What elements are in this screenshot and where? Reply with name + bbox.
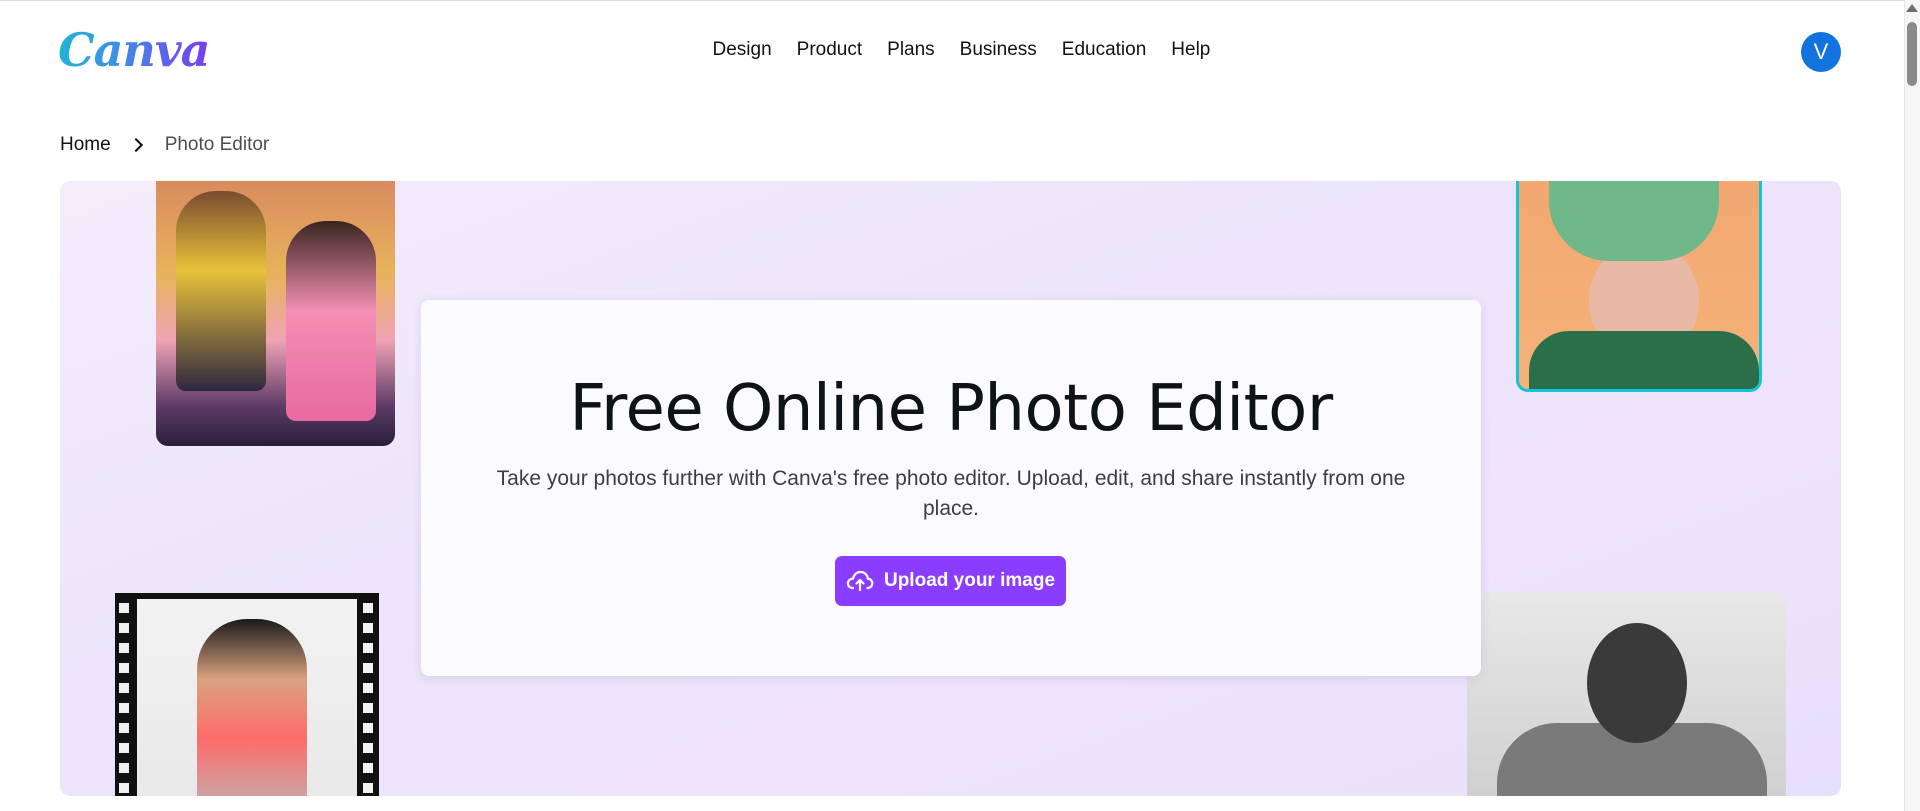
scroll-up-arrow-icon[interactable]: [1906, 4, 1918, 12]
photo-figure: [1587, 623, 1687, 743]
cloud-upload-icon: [846, 570, 874, 592]
hero-photo-smiling-man: [1467, 593, 1786, 796]
scroll-thumb[interactable]: [1907, 22, 1917, 86]
photo-figure: [197, 619, 307, 796]
top-navigation-bar: Canva Design Product Plans Business Educ…: [0, 0, 1904, 100]
hero-photo-friends: [156, 181, 395, 446]
page-title: Free Online Photo Editor: [569, 372, 1333, 446]
hero-photo-bucket-hat: [1516, 181, 1762, 392]
nav-item-product[interactable]: Product: [784, 39, 874, 61]
breadcrumb-home-link[interactable]: Home: [60, 134, 111, 156]
photo-frame: [137, 599, 357, 796]
upload-button-label: Upload your image: [883, 570, 1056, 591]
photo-figure: [176, 191, 266, 391]
upload-image-button[interactable]: Upload your image: [835, 556, 1066, 606]
hero-photo-film-strip: [115, 593, 379, 796]
nav-item-education[interactable]: Education: [1049, 39, 1159, 61]
hero-banner: Free Online Photo Editor Take your photo…: [60, 181, 1841, 796]
nav-item-plans[interactable]: Plans: [875, 39, 948, 61]
avatar[interactable]: V: [1801, 32, 1841, 72]
photo-figure: [286, 221, 376, 421]
hero-description: Take your photos further with Canva's fr…: [496, 467, 1406, 520]
breadcrumb-current: Photo Editor: [164, 134, 270, 155]
nav-item-help[interactable]: Help: [1159, 39, 1223, 61]
page-scrollbar[interactable]: [1904, 0, 1920, 811]
photo-figure: [1529, 331, 1759, 389]
canva-logo[interactable]: Canva: [58, 23, 210, 77]
breadcrumb: Home Photo Editor: [60, 134, 269, 156]
nav-item-business[interactable]: Business: [947, 39, 1049, 61]
photo-figure: [1549, 181, 1719, 261]
nav-item-design[interactable]: Design: [700, 39, 784, 61]
hero-card: Free Online Photo Editor Take your photo…: [421, 300, 1481, 676]
film-holes: [363, 603, 373, 796]
chevron-right-icon: [128, 137, 143, 153]
main-nav: Design Product Plans Business Education …: [700, 39, 1223, 61]
film-holes: [119, 603, 129, 796]
